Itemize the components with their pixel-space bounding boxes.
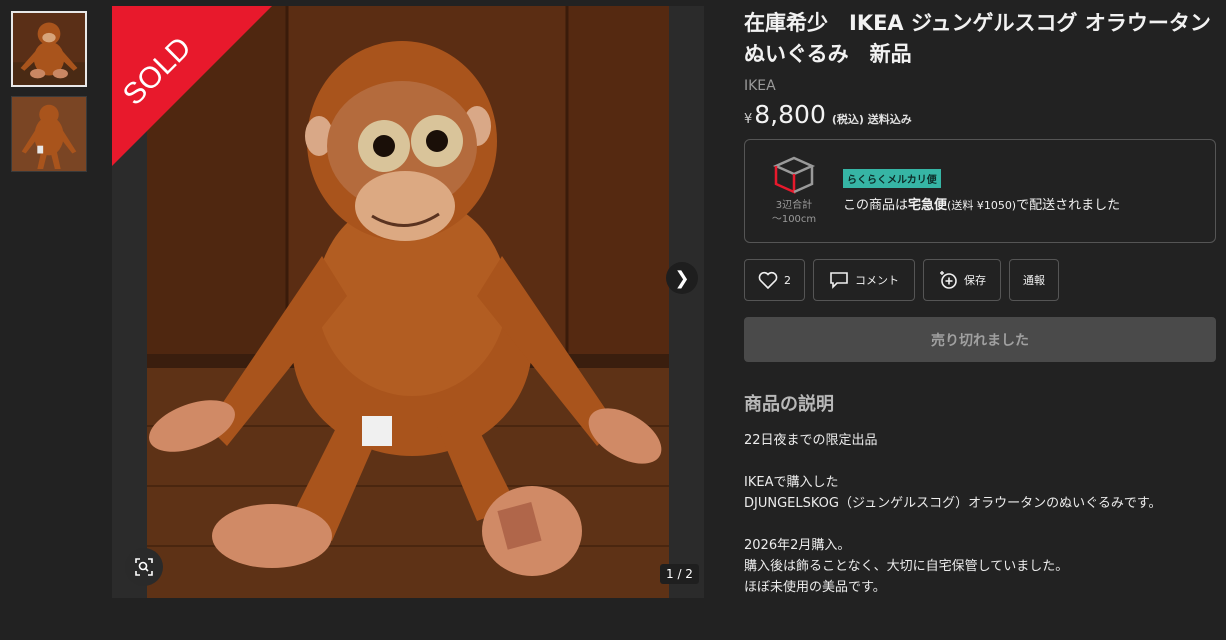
comment-icon [830, 272, 848, 289]
thumbnail-2[interactable] [11, 96, 87, 172]
price-note: (税込) 送料込み [831, 113, 912, 126]
next-image-button[interactable]: ❯ [666, 262, 698, 294]
shipping-message: この商品は宅急便(送料 ¥1050)で配送されました [843, 198, 1121, 213]
description-body: 22日夜までの限定出品 IKEAで購入した DJUNGELSKOG（ジュンゲルス… [744, 433, 1162, 595]
save-button[interactable]: 保存 [923, 259, 1001, 301]
comment-label: コメント [855, 274, 899, 287]
like-button[interactable]: 2 [744, 259, 805, 301]
thumbnail-1[interactable] [11, 11, 87, 87]
action-bar: 2 コメント 保存 通報 [744, 259, 1216, 301]
chevron-right-icon: ❯ [674, 267, 690, 289]
sold-out-button[interactable]: 売り切れました [744, 317, 1216, 362]
image-counter: 1 / 2 [660, 564, 699, 584]
report-label: 通報 [1023, 274, 1045, 287]
sold-ribbon: SOLD [112, 6, 272, 166]
brand-link[interactable]: IKEA [744, 78, 1216, 94]
comment-button[interactable]: コメント [813, 259, 915, 301]
like-count: 2 [784, 273, 791, 287]
shipping-info-box: 3辺合計 〜100cm らくらくメルカリ便 この商品は宅急便(送料 ¥1050)… [744, 139, 1216, 243]
price-row: ¥ 8,800 (税込) 送料込み [744, 100, 1216, 129]
heart-icon [758, 271, 778, 289]
currency-symbol: ¥ [744, 112, 753, 127]
zoom-button[interactable] [125, 548, 163, 586]
price: 8,800 [754, 100, 826, 129]
zoom-scan-icon [135, 558, 153, 576]
product-info: 在庫希少 IKEA ジュンゲルスコグ オラウータン ぬいぐるみ 新品 IKEA … [744, 8, 1216, 598]
description-heading: 商品の説明 [744, 394, 834, 415]
product-title: 在庫希少 IKEA ジュンゲルスコグ オラウータン ぬいぐるみ 新品 [744, 11, 1211, 66]
product-image-viewer: SOLD ❯ 1 / 2 [112, 6, 704, 598]
save-add-icon [940, 271, 957, 289]
report-button[interactable]: 通報 [1009, 259, 1059, 301]
package-size-line1: 3辺合計 [775, 200, 813, 211]
shipping-method-badge: らくらくメルカリ便 [843, 169, 941, 188]
package-size: 3辺合計 〜100cm [745, 155, 843, 227]
save-label: 保存 [964, 274, 986, 287]
package-size-line2: 〜100cm [771, 214, 817, 225]
package-box-icon [772, 156, 816, 194]
thumbnail-list [11, 11, 89, 181]
